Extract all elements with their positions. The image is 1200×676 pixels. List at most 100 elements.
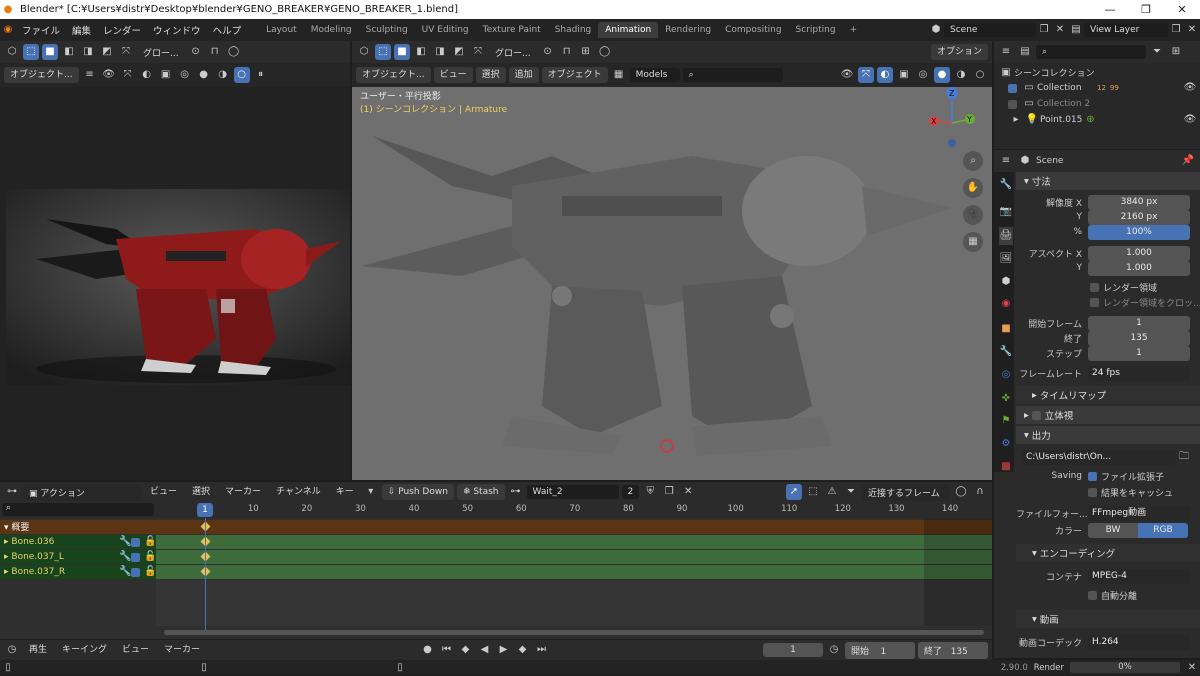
keying-menu[interactable]: キーイング bbox=[56, 642, 113, 658]
color-bw-button[interactable]: BW bbox=[1088, 522, 1138, 538]
snap-dropdown[interactable]: 近接するフレーム bbox=[862, 483, 950, 501]
preview-range-icon[interactable]: ◷ bbox=[826, 642, 842, 658]
close-button[interactable]: ✕ bbox=[1164, 3, 1200, 16]
minimize-button[interactable]: — bbox=[1092, 3, 1128, 16]
object-tab-icon[interactable]: ■ bbox=[999, 320, 1013, 338]
crop-checkbox[interactable] bbox=[1090, 297, 1099, 307]
push-down-button[interactable]: ⇩ Push Down bbox=[381, 484, 454, 500]
menu-window[interactable]: ウィンドウ bbox=[147, 23, 207, 37]
modifier-wrench-icon[interactable]: 🔧 bbox=[119, 549, 131, 565]
proportional-edit-icon[interactable]: ◯ bbox=[953, 484, 969, 500]
tab-shading[interactable]: Shading bbox=[548, 22, 599, 38]
overlay-icon[interactable]: ◐ bbox=[877, 67, 893, 83]
play-reverse-icon[interactable]: ◀ bbox=[477, 642, 493, 658]
scene-field[interactable]: Scene bbox=[944, 23, 1036, 37]
shading-solid-icon[interactable]: ● bbox=[934, 67, 950, 83]
auto-key-icon[interactable]: ● bbox=[420, 642, 436, 658]
gizmo-icon[interactable]: ⤧ bbox=[858, 67, 874, 83]
snap-target-icon[interactable]: ⊞ bbox=[578, 44, 594, 60]
select-mode-new-icon[interactable]: ■ bbox=[42, 44, 58, 60]
tab-rendering[interactable]: Rendering bbox=[658, 22, 718, 38]
crop-row[interactable]: レンダー領域をクロッ... bbox=[1090, 294, 1200, 310]
channel-bone-037-r[interactable]: ▸ Bone.037_R 🔧 🔓 bbox=[0, 565, 156, 579]
modifier-tab-icon[interactable]: 🔧 bbox=[999, 343, 1013, 361]
menu-object[interactable]: オブジェクト bbox=[541, 67, 608, 83]
stereo-checkbox[interactable] bbox=[1031, 410, 1041, 420]
channel-mute-checkbox[interactable] bbox=[131, 537, 140, 547]
marker-menu[interactable]: マーカー bbox=[158, 642, 206, 658]
folder-icon[interactable]: 🗀 bbox=[1176, 449, 1192, 465]
data-tab-icon[interactable]: ⚑ bbox=[999, 412, 1013, 430]
menu-key[interactable]: キー bbox=[330, 484, 360, 500]
tab-scripting[interactable]: Scripting bbox=[789, 22, 843, 38]
visibility-icon[interactable]: 👁 bbox=[839, 67, 855, 83]
tab-uv-editing[interactable]: UV Editing bbox=[415, 22, 476, 38]
select-mode-invert-icon[interactable]: ◩ bbox=[99, 44, 115, 60]
transform-orientation-dropdown[interactable]: グロー... bbox=[137, 43, 185, 61]
res-pct-slider[interactable]: 100% bbox=[1088, 224, 1190, 240]
frame-start-field[interactable]: 1 bbox=[1088, 315, 1190, 331]
pin-icon[interactable]: 📌 bbox=[1180, 153, 1196, 169]
channel-search-field[interactable]: ⌕ bbox=[2, 503, 154, 516]
select-mode-new-icon[interactable]: ■ bbox=[394, 44, 410, 60]
next-keyframe-icon[interactable]: ◆ bbox=[515, 642, 531, 658]
bone-tab-icon[interactable]: ⚙ bbox=[999, 435, 1013, 453]
play-icon[interactable]: ▶ bbox=[496, 642, 512, 658]
push-down-arrow-icon[interactable]: ▾ bbox=[363, 484, 379, 500]
action-name-field[interactable]: Wait_2 bbox=[526, 485, 619, 499]
playback-menu[interactable]: 再生 bbox=[23, 642, 53, 658]
visibility-eye-icon[interactable]: 👁 bbox=[1182, 80, 1198, 96]
outliner-row-collection-2[interactable]: ▭ Collection 2 bbox=[1008, 96, 1198, 112]
container-dropdown[interactable]: MPEG-4 bbox=[1088, 568, 1190, 584]
shading-rendered-icon[interactable]: ○ bbox=[233, 67, 250, 83]
autosplit-row[interactable]: 自動分離 bbox=[1088, 587, 1200, 603]
view-menu[interactable]: ビュー bbox=[116, 642, 155, 658]
section-time-remap[interactable]: ▸ タイムリマップ bbox=[1016, 386, 1200, 404]
aspect-y-field[interactable]: 1.000 bbox=[1088, 260, 1190, 276]
outliner-editor-icon[interactable]: ≡ bbox=[998, 44, 1014, 60]
xray-icon[interactable]: ▣ bbox=[896, 67, 912, 83]
summary-channel[interactable]: ▾ 概要 bbox=[0, 520, 156, 534]
shading-material-icon[interactable]: ◑ bbox=[215, 67, 231, 83]
tab-compositing[interactable]: Compositing bbox=[718, 22, 788, 38]
dopesheet-editor-icon[interactable]: ⊶ bbox=[4, 484, 20, 500]
lock-icon[interactable]: 🔓 bbox=[144, 534, 156, 550]
ortho-grid-icon[interactable]: ▦ bbox=[963, 232, 983, 252]
section-dimensions[interactable]: ▾ 寸法 bbox=[1016, 172, 1200, 190]
maximize-button[interactable]: ❐ bbox=[1128, 3, 1164, 16]
physics-tab-icon[interactable]: ◎ bbox=[999, 366, 1013, 384]
dopesheet-mode-dropdown[interactable]: ▣ アクション bbox=[23, 483, 141, 501]
shading-solid-icon[interactable]: ● bbox=[196, 67, 212, 83]
collection-filter-field[interactable]: Models bbox=[629, 68, 680, 82]
object-mode-dropdown[interactable]: オブジェクト... bbox=[356, 67, 431, 83]
prev-keyframe-icon[interactable]: ◆ bbox=[458, 642, 474, 658]
shading-wireframe-icon[interactable]: ◎ bbox=[177, 67, 193, 83]
snap-icon[interactable]: ⊓ bbox=[207, 44, 223, 60]
section-video[interactable]: ▾ 動画 bbox=[1016, 610, 1200, 628]
menu-file[interactable]: ファイル bbox=[16, 23, 66, 37]
frame-ruler[interactable]: 10 20 30 40 50 60 70 80 90 100 110 120 130 140 bbox=[156, 502, 992, 518]
shading-rendered-icon[interactable]: ○ bbox=[972, 67, 988, 83]
end-frame-field[interactable]: 終了 135 bbox=[918, 641, 988, 659]
select-mode-extend-icon[interactable]: ◧ bbox=[61, 44, 77, 60]
menu-select[interactable]: 選択 bbox=[475, 67, 506, 83]
display-mode-icon[interactable]: ▤ bbox=[1017, 44, 1033, 60]
proportional-edit-icon[interactable]: ◯ bbox=[597, 44, 613, 60]
timeline-editor-icon[interactable]: ◷ bbox=[4, 642, 20, 658]
current-frame-field[interactable]: 1 bbox=[763, 643, 823, 657]
viewport-3d[interactable]: ⬡ ⬚ ■ ◧ ◨ ◩ ⤧ グロー... ⊙ ⊓ ⊞ ◯ オプション オブジェク… bbox=[352, 41, 992, 480]
lock-icon[interactable]: 🔓 bbox=[144, 564, 156, 580]
overlay-icon[interactable]: ◐ bbox=[139, 67, 155, 83]
channel-bone-037-l[interactable]: ▸ Bone.037_L 🔧 🔓 bbox=[0, 550, 156, 564]
transform-orientation-icon[interactable]: ⤧ bbox=[118, 44, 134, 60]
frame-end-field[interactable]: 135 bbox=[1088, 330, 1190, 346]
codec-dropdown[interactable]: H.264 bbox=[1088, 634, 1190, 650]
outliner-row-point[interactable]: ▸ 💡 Point.015 ⊕ 👁 bbox=[1008, 112, 1198, 128]
modifier-wrench-icon[interactable]: 🔧 bbox=[119, 534, 131, 550]
object-mode-dropdown[interactable]: オブジェクト... bbox=[4, 67, 79, 83]
add-workspace-button[interactable]: + bbox=[843, 22, 865, 38]
select-mode-subtract-icon[interactable]: ◨ bbox=[432, 44, 448, 60]
remove-scene-icon[interactable]: ✕ bbox=[1052, 22, 1068, 38]
copy-view-layer-icon[interactable]: ❐ bbox=[1168, 22, 1184, 38]
res-y-field[interactable]: 2160 px bbox=[1088, 209, 1190, 225]
